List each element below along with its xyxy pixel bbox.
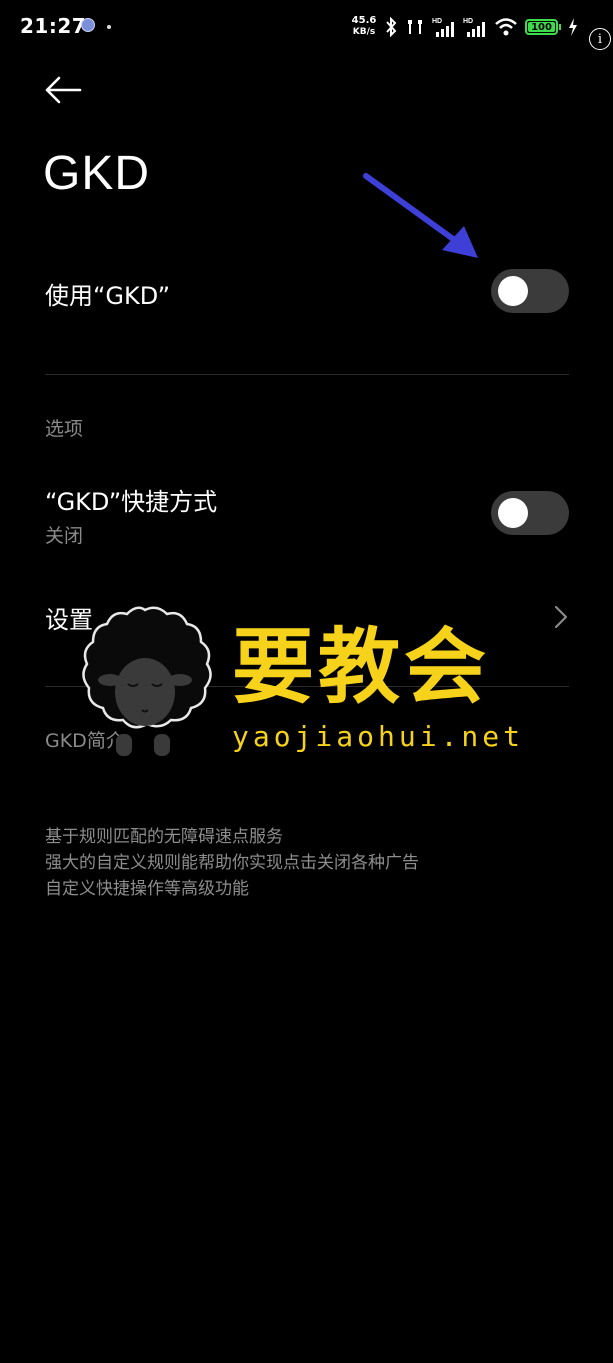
svg-text:HD: HD xyxy=(432,18,442,25)
signal-hd-icon: HD xyxy=(432,18,454,37)
network-speed: 45.6 KB/s xyxy=(350,15,378,38)
watermark: 要教会 yaojiaohui.net xyxy=(70,600,530,760)
toggle-knob xyxy=(498,276,528,306)
bluetooth-icon xyxy=(386,17,397,37)
notification-app-icon xyxy=(81,18,95,32)
use-gkd-row[interactable]: 使用“GKD” xyxy=(45,276,569,316)
back-button[interactable] xyxy=(40,70,88,110)
arrow-left-icon xyxy=(45,76,82,104)
page-title: GKD xyxy=(43,147,151,200)
signal-hd-icon: HD xyxy=(463,18,485,37)
charging-icon xyxy=(569,18,577,36)
earbuds-icon xyxy=(408,20,422,34)
shortcut-status: 关闭 xyxy=(45,525,84,547)
options-section-header: 选项 xyxy=(45,418,84,440)
shortcut-toggle[interactable] xyxy=(491,491,569,535)
status-bar: 21:27 45.6 KB/s HD HD 100 i xyxy=(0,0,613,56)
description: 基于规则匹配的无障碍速点服务 强大的自定义规则能帮助你实现点击关闭各种广告 自定… xyxy=(45,824,419,902)
chevron-right-icon xyxy=(554,605,568,629)
network-speed-unit: KB/s xyxy=(352,27,376,37)
use-gkd-toggle[interactable] xyxy=(491,269,569,313)
network-speed-value: 45.6 xyxy=(351,15,377,26)
toggle-knob xyxy=(498,498,528,528)
wifi-icon xyxy=(495,18,517,36)
battery-icon: 100 xyxy=(525,19,558,35)
status-time: 21:27 xyxy=(20,14,87,38)
status-icons: HD HD 100 xyxy=(384,14,578,40)
info-icon[interactable]: i xyxy=(589,28,611,50)
battery-level: 100 xyxy=(531,21,552,33)
description-line: 强大的自定义规则能帮助你实现点击关闭各种广告 xyxy=(45,853,419,873)
watermark-url: yaojiaohui.net xyxy=(232,720,525,753)
divider xyxy=(45,374,569,375)
description-line: 自定义快捷操作等高级功能 xyxy=(45,879,249,899)
watermark-title: 要教会 xyxy=(232,620,491,715)
svg-text:HD: HD xyxy=(463,18,473,25)
notification-dot-icon xyxy=(107,25,111,29)
sheep-logo-icon xyxy=(82,606,212,756)
annotation-arrow-icon xyxy=(363,173,478,258)
battery-cap xyxy=(559,24,561,30)
description-line: 基于规则匹配的无障碍速点服务 xyxy=(45,827,283,847)
